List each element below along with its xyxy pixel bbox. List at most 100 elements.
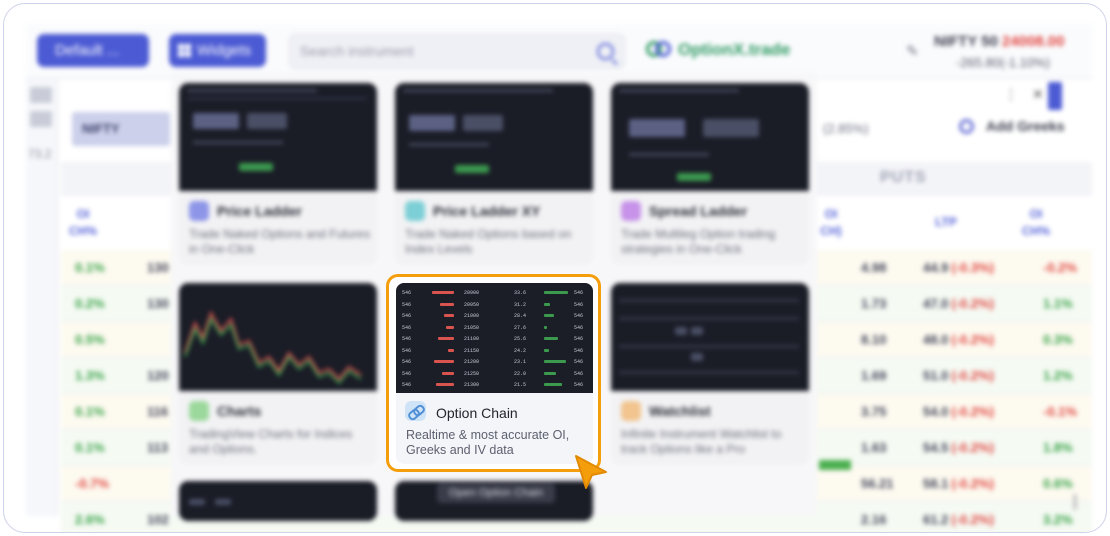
more-options-icon[interactable]: ⋮ (1004, 86, 1018, 102)
preview-side: 546 (574, 382, 584, 388)
calls-oi: 116 (147, 404, 168, 419)
price-ladder-preview (179, 83, 377, 191)
widget-preview (179, 481, 377, 521)
add-greeks-label: Add Greeks (986, 118, 1065, 134)
preview-line (619, 299, 799, 302)
calls-oi-change: 0.1% (75, 440, 105, 455)
puts-oi-chg-header: OI CH) (820, 207, 842, 238)
ltp-value: 44.9 (923, 260, 949, 275)
preview-strike: 20950 (464, 301, 480, 308)
widget-title: Watchlist (649, 403, 711, 419)
preview-button (239, 163, 273, 171)
option-chain-preview-row: 546 21250 22.0 546 (396, 368, 593, 379)
puts-value: 2.16 (861, 512, 887, 527)
puts-value: 3.75 (861, 404, 887, 419)
preview-side: 546 (574, 336, 584, 342)
charts-preview (179, 283, 377, 391)
option-chain-title: Option Chain (436, 405, 518, 421)
puts-ltp: 47.0 (-0.2%) (923, 296, 994, 311)
option-chain-card[interactable]: 546 20900 33.6 546 546 20950 31.2 546 546 21000 28… (396, 283, 593, 464)
calls-oi: 130 (147, 296, 169, 311)
preview-side: 546 (402, 382, 412, 388)
preview-side: 546 (574, 313, 584, 319)
puts-value: 56.21 (861, 476, 894, 491)
side-tab[interactable] (1048, 82, 1062, 110)
widget-card-price-ladder-xy[interactable]: Price Ladder XY Trade Naked Options base… (395, 83, 593, 265)
index-ticker: NIFTY 50 24008.00 (934, 33, 1065, 50)
calls-oi: 102 (147, 512, 169, 527)
preview-button (189, 499, 205, 505)
search-input[interactable]: Search instrument (289, 34, 625, 69)
widget-card-charts[interactable]: Charts TradingView Charts for Indices an… (179, 283, 377, 465)
puts-oi-chg-label: CH% (1021, 224, 1050, 238)
puts-value: 4.98 (861, 260, 887, 275)
index-change: -265.80(-1.10%) (956, 55, 1050, 70)
preview-strike: 20900 (464, 290, 480, 296)
preview-line (187, 89, 317, 92)
option-chain-preview: 546 20900 33.6 546 546 20950 31.2 546 546 21000 28… (396, 283, 593, 393)
preview-side: 546 (402, 313, 412, 319)
widget-title: Price Ladder (217, 203, 302, 219)
preview-strike: 21200 (464, 359, 480, 365)
call-oi-bar (446, 325, 454, 329)
put-oi-bar (544, 348, 549, 352)
preview-ltp: 33.6 (514, 290, 527, 296)
put-oi-bar (544, 360, 566, 363)
widget-card-watchlist[interactable]: Watchlist Infinite Instrument Watchlist … (611, 283, 809, 465)
preview-button (675, 327, 687, 335)
option-chain-preview-row: 546 20950 31.2 546 (396, 299, 593, 310)
puts-label: PUTS (880, 169, 927, 186)
preview-side: 546 (402, 336, 412, 342)
toolbar-close-icon[interactable] (30, 87, 52, 103)
widget-card-more-1[interactable] (179, 481, 377, 521)
put-oi-bar (544, 337, 558, 340)
price-ladder-xy-preview (395, 83, 593, 191)
put-oi-bar (544, 371, 556, 375)
puts-ltp: 54.5 (-0.2%) (923, 440, 994, 455)
preview-button (677, 173, 711, 181)
puts-oi-change: 1.2% (1043, 368, 1073, 383)
preview-button (691, 353, 703, 361)
toolbar-edit-icon[interactable] (30, 111, 52, 127)
open-option-chain-tooltip: Open Option Chain (437, 483, 555, 503)
widget-title: Price Ladder XY (433, 203, 541, 219)
widgets-button[interactable]: Widgets (169, 34, 266, 67)
call-oi-bar (444, 314, 454, 317)
layout-default-button[interactable]: Default ... (37, 34, 149, 67)
put-oi-bar (544, 383, 562, 386)
puts-oi-label: OI (1029, 207, 1043, 221)
preview-line (619, 89, 739, 92)
preview-ltp: 28.4 (514, 313, 527, 319)
calls-oi-change: 2.6% (75, 512, 105, 527)
puts-oi-change: 1.8% (1043, 440, 1073, 455)
preview-strike: 21000 (464, 313, 480, 319)
widget-card-price-ladder[interactable]: Price Ladder Trade Naked Options and Fut… (179, 83, 377, 265)
preview-strike: 21300 (464, 382, 480, 388)
scrollbar[interactable] (1073, 494, 1077, 510)
put-oi-bar (544, 302, 550, 306)
widget-card-option-chain[interactable]: 546 20900 33.6 546 546 20950 31.2 546 546 21000 28… (386, 274, 601, 472)
brand-logo[interactable]: OptionX.trade (646, 40, 790, 60)
preview-line (629, 153, 709, 156)
close-icon[interactable]: ✕ (1032, 86, 1044, 102)
put-oi-bar (544, 325, 547, 329)
left-toolbar: 73.2 (26, 79, 58, 516)
preview-ltp: 21.5 (514, 382, 527, 388)
call-oi-bar (438, 337, 454, 340)
chart-icon (189, 401, 209, 421)
option-chain-preview-row: 546 20900 33.6 546 (396, 287, 593, 298)
instrument-tab[interactable]: NIFTY (72, 112, 170, 146)
search-icon[interactable] (597, 43, 614, 60)
preview-strike: 21150 (464, 347, 480, 354)
index-price: 24008.00 (1001, 33, 1065, 50)
spread-ladder-preview (611, 83, 809, 191)
preview-button (215, 499, 231, 505)
edit-pencil-icon[interactable]: ✎ (906, 42, 919, 60)
ltp-change: (-0.2%) (951, 332, 994, 347)
add-greeks-button[interactable]: Add Greeks (959, 118, 1065, 134)
preview-side: 546 (402, 370, 412, 377)
widget-card-spread-ladder[interactable]: Spread Ladder Trade Multileg Option trad… (611, 83, 809, 265)
top-bar: Default ... Widgets Search instrument Op… (26, 24, 1092, 79)
calls-oi-change: 0.1% (75, 404, 105, 419)
ltp-value: 47.0 (923, 296, 949, 311)
